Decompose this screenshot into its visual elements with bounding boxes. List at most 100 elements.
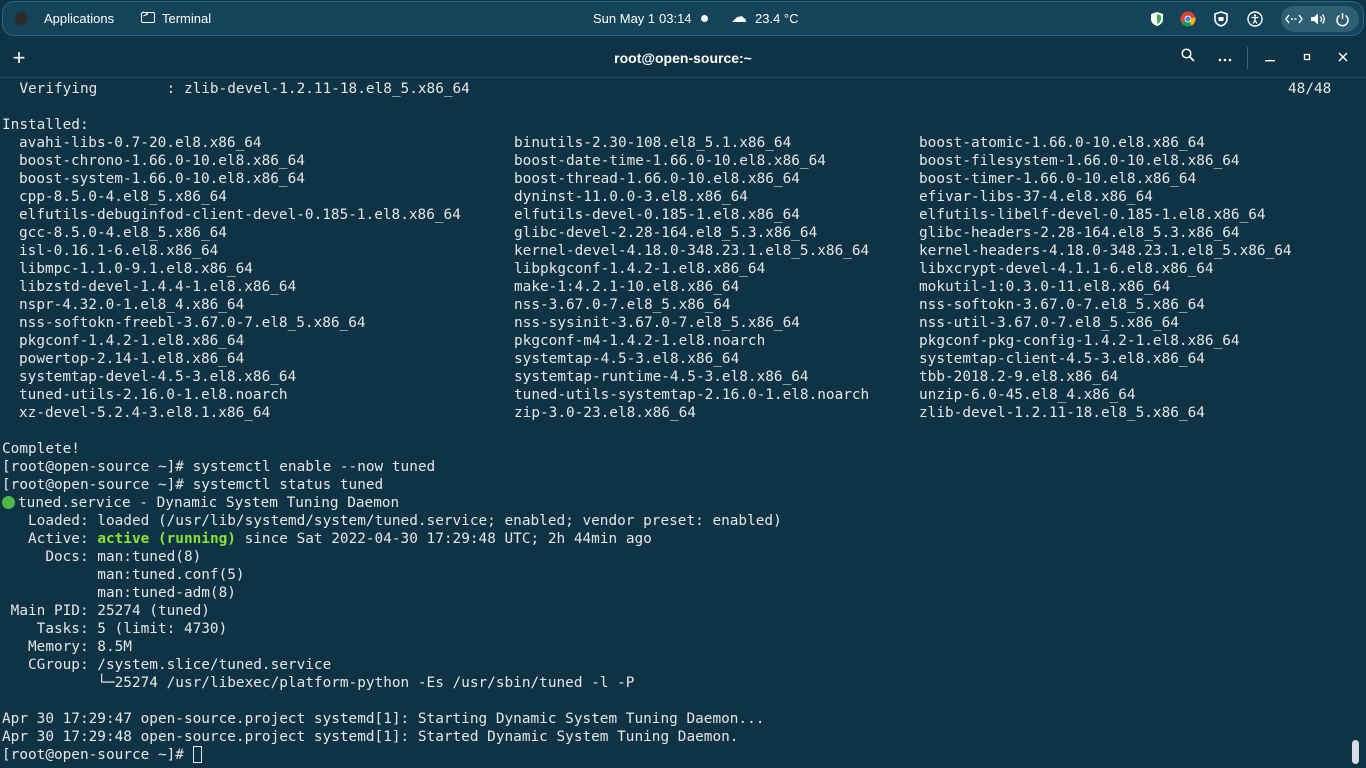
accessibility-icon[interactable] [1246,10,1264,28]
header-separator [1247,47,1248,69]
network-icon [1285,10,1303,28]
service-active-dot-icon [2,496,15,509]
log-line: Apr 30 17:29:48 open-source.project syst… [2,729,739,745]
activities-icon[interactable] [15,12,28,25]
package-entry: libmpc-1.1.0-9.1.el8.x86_64 [19,261,253,277]
package-entry: systemtap-client-4.5-3.el8.x86_64 [919,351,1205,367]
cgroup-line: CGroup: /system.slice/tuned.service [2,657,332,673]
package-entry: tuned-utils-2.16.0-1.el8.noarch [19,387,288,403]
package-entry: systemtap-4.5-3.el8.x86_64 [514,351,740,367]
shell-prompt: [root@open-source ~]# [2,747,193,763]
package-entry: systemtap-runtime-4.5-3.el8.x86_64 [514,369,809,385]
package-entry: pkgconf-1.4.2-1.el8.x86_64 [19,333,245,349]
shield-icon[interactable] [1148,10,1166,28]
command-line: [root@open-source ~]# systemctl status t… [2,477,384,493]
package-entry: efivar-libs-37-4.el8.x86_64 [919,189,1153,205]
package-entry: libzstd-devel-1.4.4-1.el8.x86_64 [19,279,297,295]
minimize-button[interactable] [1260,48,1280,68]
search-icon[interactable] [1178,48,1198,68]
active-since: since Sat 2022-04-30 17:29:48 UTC; 2h 44… [235,531,652,547]
package-entry: kernel-headers-4.18.0-348.23.1.el8_5.x86… [919,243,1292,259]
top-panel: Applications Terminal Sun May 1 03:14 ☁ … [0,0,1366,38]
active-label: Active: [2,531,98,547]
package-entry: nss-util-3.67.0-7.el8_5.x86_64 [919,315,1179,331]
package-entry: nss-softokn-3.67.0-7.el8_5.x86_64 [919,297,1205,313]
memory-line: Memory: 8.5M [2,639,132,655]
package-entry: dyninst-11.0.0-3.el8.x86_64 [514,189,748,205]
log-line: Apr 30 17:29:47 open-source.project syst… [2,711,765,727]
package-entry: nss-softokn-freebl-3.67.0-7.el8_5.x86_64 [19,315,366,331]
docs-line: Docs: man:tuned(8) [2,549,202,565]
command-line: [root@open-source ~]# systemctl enable -… [2,459,436,475]
package-entry: boost-timer-1.66.0-10.el8.x86_64 [919,171,1197,187]
package-entry: boost-thread-1.66.0-10.el8.x86_64 [514,171,800,187]
active-line: Active: active (running) since Sat 2022-… [2,530,652,548]
verifying-line: Verifying : zlib-devel-1.2.11-18.el8_5.x… [2,81,470,97]
package-entry: kernel-devel-4.18.0-348.23.1.el8_5.x86_6… [514,243,870,259]
service-name: tuned.service - Dynamic System Tuning Da… [18,495,400,511]
active-app-terminal[interactable]: Terminal [162,11,211,27]
docs-line: man:tuned.conf(5) [2,567,245,583]
package-entry: libxcrypt-devel-4.1.1-6.el8.x86_64 [919,261,1214,277]
terminal-output[interactable]: Verifying : zlib-devel-1.2.11-18.el8_5.x… [0,80,1350,768]
terminal-scrollbar[interactable] [1352,740,1359,764]
clock-time[interactable]: 03:14 [659,11,692,27]
weather-temperature[interactable]: 23.4 °C [755,11,799,27]
package-entry: boost-date-time-1.66.0-10.el8.x86_64 [514,153,826,169]
package-entry: binutils-2.30-108.el8_5.1.x86_64 [514,135,792,151]
maximize-button[interactable] [1297,48,1317,68]
cgroup-child-line: └─25274 /usr/libexec/platform-python -Es… [2,675,635,691]
main-pid-line: Main PID: 25274 (tuned) [2,603,210,619]
package-entry: zip-3.0-23.el8.x86_64 [514,405,696,421]
terminal-icon [141,9,155,23]
package-entry: gcc-8.5.0-4.el8_5.x86_64 [19,225,227,241]
package-entry: avahi-libs-0.7-20.el8.x86_64 [19,135,262,151]
package-entry: tbb-2018.2-9.el8.x86_64 [919,369,1119,385]
package-entry: elfutils-libelf-devel-0.185-1.el8.x86_64 [919,207,1266,223]
package-entry: isl-0.16.1-6.el8.x86_64 [19,243,219,259]
loaded-line: Loaded: loaded (/usr/lib/systemd/system/… [2,513,782,529]
chrome-icon[interactable] [1179,10,1197,28]
menu-dots-icon[interactable] [1215,48,1235,68]
package-entry: unzip-6.0-45.el8_4.x86_64 [919,387,1136,403]
text-cursor [192,746,202,763]
package-entry: nss-sysinit-3.67.0-7.el8_5.x86_64 [514,315,800,331]
service-status-line: tuned.service - Dynamic System Tuning Da… [2,494,399,512]
power-icon [1333,10,1351,28]
package-entry: pkgconf-pkg-config-1.4.2-1.el8.x86_64 [919,333,1240,349]
package-entry: xz-devel-5.2.4-3.el8.1.x86_64 [19,405,271,421]
package-entry: tuned-utils-systemtap-2.16.0-1.el8.noarc… [514,387,870,403]
package-entry: zlib-devel-1.2.11-18.el8_5.x86_64 [919,405,1205,421]
notification-dot-icon [701,15,708,22]
close-button[interactable] [1333,48,1353,68]
package-entry: glibc-headers-2.28-164.el8_5.3.x86_64 [919,225,1240,241]
package-entry: boost-filesystem-1.66.0-10.el8.x86_64 [919,153,1240,169]
security-shield-icon[interactable] [1212,10,1230,28]
installed-header: Installed: [2,117,89,133]
package-entry: glibc-devel-2.28-164.el8_5.3.x86_64 [514,225,818,241]
cloud-icon: ☁ [731,9,747,26]
package-entry: mokutil-1:0.3.0-11.el8.x86_64 [919,279,1171,295]
package-entry: elfutils-devel-0.185-1.el8.x86_64 [514,207,800,223]
complete-line: Complete! [2,441,80,457]
tasks-line: Tasks: 5 (limit: 4730) [2,621,228,637]
package-entry: pkgconf-m4-1.4.2-1.el8.noarch [514,333,766,349]
package-entry: elfutils-debuginfod-client-devel-0.185-1… [19,207,461,223]
package-entry: cpp-8.5.0-4.el8_5.x86_64 [19,189,227,205]
package-entry: make-1:4.2.1-10.el8.x86_64 [514,279,740,295]
package-entry: nss-3.67.0-7.el8_5.x86_64 [514,297,731,313]
package-entry: boost-atomic-1.66.0-10.el8.x86_64 [919,135,1205,151]
package-entry: boost-chrono-1.66.0-10.el8.x86_64 [19,153,305,169]
package-entry: powertop-2.14-1.el8.x86_64 [19,351,245,367]
terminal-headerbar: + root@open-source:~ [0,38,1366,78]
verifying-count: 48/48 [1288,81,1332,97]
window-title: root@open-source:~ [614,50,752,66]
clock-date[interactable]: Sun May 1 [593,11,655,27]
package-entry: boost-system-1.66.0-10.el8.x86_64 [19,171,305,187]
docs-line: man:tuned-adm(8) [2,585,236,601]
prompt-line[interactable]: [root@open-source ~]# [2,746,202,764]
package-entry: libpkgconf-1.4.2-1.el8.x86_64 [514,261,766,277]
applications-menu[interactable]: Applications [44,11,114,27]
package-entry: nspr-4.32.0-1.el8_4.x86_64 [19,297,245,313]
active-state: active (running) [97,531,236,547]
